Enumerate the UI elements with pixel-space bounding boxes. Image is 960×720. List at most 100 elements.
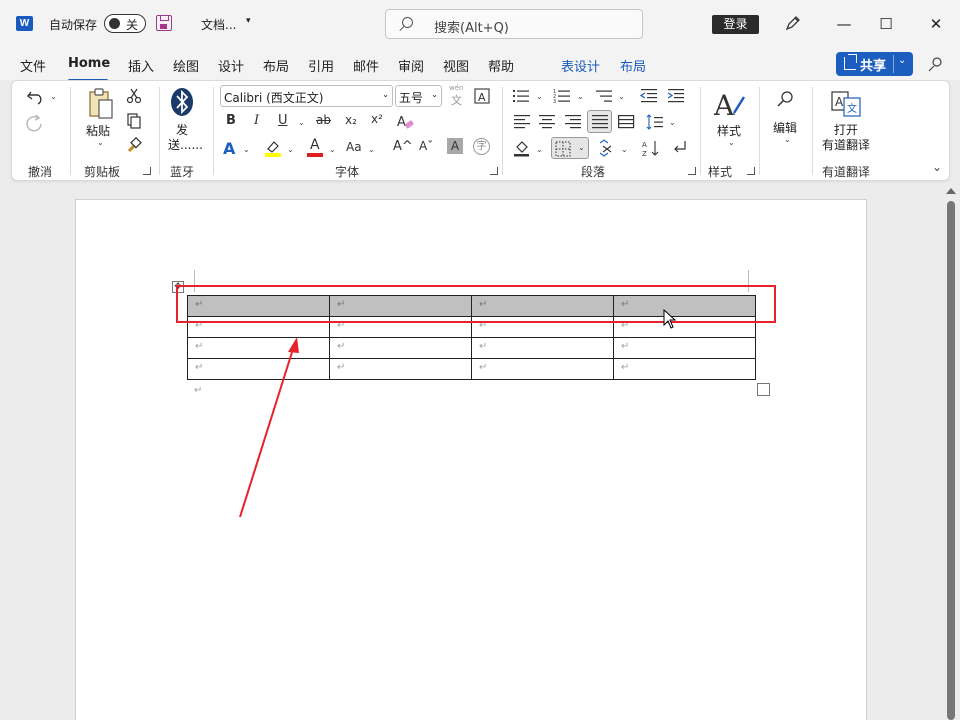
- styles-launcher[interactable]: [747, 167, 755, 175]
- scroll-up-arrow-icon[interactable]: [946, 188, 956, 194]
- table-row[interactable]: ↵ ↵ ↵ ↵: [187, 358, 756, 380]
- scrollbar-thumb[interactable]: [947, 201, 955, 720]
- shading-dropdown[interactable]: ⌄: [536, 145, 543, 154]
- font-launcher[interactable]: [490, 167, 498, 175]
- line-spacing-icon[interactable]: [646, 114, 664, 130]
- tab-insert[interactable]: 插入: [128, 56, 154, 75]
- youdao-translate-icon[interactable]: A 文: [830, 88, 862, 118]
- asian-layout-dropdown[interactable]: ⌄: [621, 145, 628, 154]
- tab-home[interactable]: Home: [68, 56, 110, 71]
- save-icon[interactable]: [156, 15, 172, 31]
- tab-help[interactable]: 帮助: [488, 56, 514, 75]
- styles-dropdown[interactable]: ⌄: [728, 138, 735, 147]
- bold-button[interactable]: B: [226, 113, 236, 128]
- strikethrough-button[interactable]: ab: [316, 113, 331, 127]
- undo-icon[interactable]: [26, 88, 46, 106]
- tab-references[interactable]: 引用: [308, 56, 334, 75]
- char-border-icon[interactable]: A: [474, 88, 490, 104]
- redo-icon[interactable]: [24, 113, 44, 133]
- pen-icon[interactable]: [784, 14, 802, 32]
- font-name-select[interactable]: Calibri (西文正文) ⌄: [220, 85, 393, 107]
- table-cell[interactable]: ↵: [613, 358, 756, 380]
- align-right-icon[interactable]: [564, 114, 582, 130]
- styles-label[interactable]: 样式: [717, 122, 741, 139]
- tab-view[interactable]: 视图: [443, 56, 469, 75]
- comment-icon[interactable]: [928, 56, 944, 72]
- close-button[interactable]: ✕: [924, 12, 948, 36]
- undo-dropdown[interactable]: ⌄: [50, 92, 57, 101]
- decrease-indent-icon[interactable]: [640, 88, 658, 104]
- tab-mailings[interactable]: 邮件: [353, 56, 379, 75]
- clipboard-launcher[interactable]: [143, 167, 151, 175]
- enclose-chars-button[interactable]: 字: [473, 138, 490, 155]
- table-cell[interactable]: ↵: [613, 337, 756, 359]
- text-effects-dropdown[interactable]: ⌄: [243, 145, 250, 154]
- underline-dropdown[interactable]: ⌄: [298, 118, 305, 127]
- tab-table-design[interactable]: 表设计: [561, 56, 600, 75]
- find-icon[interactable]: [777, 90, 795, 108]
- line-spacing-dropdown[interactable]: ⌄: [669, 118, 676, 127]
- multilevel-dropdown[interactable]: ⌄: [618, 92, 625, 101]
- sort-icon[interactable]: AZ: [642, 139, 660, 157]
- minimize-button[interactable]: —: [832, 12, 856, 36]
- paste-dropdown[interactable]: ⌄: [97, 138, 104, 147]
- change-case-button[interactable]: Aa: [346, 140, 362, 154]
- share-button[interactable]: 共享 ⌄: [836, 52, 913, 76]
- format-painter-icon[interactable]: [126, 137, 142, 153]
- show-marks-icon[interactable]: [671, 139, 689, 157]
- search-input[interactable]: 搜索(Alt+Q): [385, 9, 643, 39]
- align-center-icon[interactable]: [538, 114, 556, 130]
- increase-indent-icon[interactable]: [667, 88, 685, 104]
- table-cell[interactable]: ↵: [329, 358, 472, 380]
- clear-formatting-icon[interactable]: A: [397, 113, 415, 131]
- document-title[interactable]: 文档...: [201, 16, 236, 33]
- table-cell[interactable]: ↵: [187, 337, 330, 359]
- styles-icon[interactable]: A: [712, 87, 746, 121]
- numbering-icon[interactable]: 1 2 3: [553, 88, 571, 104]
- login-button[interactable]: 登录: [712, 15, 759, 34]
- tab-layout[interactable]: 布局: [263, 56, 289, 75]
- borders-button[interactable]: ⌄: [551, 137, 589, 159]
- phonetic-guide-icon[interactable]: 文: [451, 92, 462, 108]
- font-size-select[interactable]: 五号 ⌄: [395, 85, 442, 107]
- paste-label[interactable]: 粘贴: [86, 122, 110, 139]
- asian-layout-icon[interactable]: [598, 139, 616, 157]
- paragraph-launcher[interactable]: [688, 167, 696, 175]
- table-row[interactable]: ↵ ↵ ↵ ↵: [187, 337, 756, 359]
- table-cell[interactable]: ↵: [329, 337, 472, 359]
- table-resize-handle[interactable]: [757, 383, 770, 396]
- highlight-dropdown[interactable]: ⌄: [287, 145, 294, 154]
- italic-button[interactable]: I: [254, 113, 259, 128]
- tab-table-layout[interactable]: 布局: [620, 56, 646, 75]
- highlight-icon[interactable]: [263, 139, 283, 157]
- change-case-dropdown[interactable]: ⌄: [368, 145, 375, 154]
- shrink-font-button[interactable]: Aˇ: [419, 139, 433, 153]
- chevron-down-icon[interactable]: ⌄: [898, 55, 906, 66]
- char-shading-button[interactable]: A: [447, 138, 463, 154]
- numbering-dropdown[interactable]: ⌄: [577, 92, 584, 101]
- youdao-open-label-2[interactable]: 有道翻译: [822, 136, 870, 153]
- cut-icon[interactable]: [126, 88, 142, 104]
- bullets-icon[interactable]: [512, 88, 530, 104]
- multilevel-list-icon[interactable]: [595, 88, 613, 104]
- subscript-button[interactable]: x₂: [345, 113, 357, 127]
- paste-icon[interactable]: [87, 87, 115, 121]
- ribbon-collapse-chevron-icon[interactable]: ⌄: [932, 160, 942, 174]
- font-color-dropdown[interactable]: ⌄: [329, 145, 336, 154]
- table-cell[interactable]: ↵: [187, 358, 330, 380]
- chevron-down-icon[interactable]: ▾: [246, 16, 251, 26]
- maximize-button[interactable]: ☐: [874, 12, 898, 36]
- bullets-dropdown[interactable]: ⌄: [536, 92, 543, 101]
- bluetooth-icon[interactable]: [170, 87, 194, 117]
- tab-file[interactable]: 文件: [20, 56, 46, 75]
- copy-icon[interactable]: [126, 113, 142, 129]
- superscript-button[interactable]: x²: [371, 112, 383, 126]
- tab-design[interactable]: 设计: [218, 56, 244, 75]
- shading-icon[interactable]: [513, 139, 531, 157]
- distributed-icon[interactable]: [617, 114, 635, 130]
- tab-draw[interactable]: 绘图: [173, 56, 199, 75]
- send-label-2[interactable]: 送......: [168, 136, 203, 153]
- text-effects-button[interactable]: A: [223, 139, 235, 158]
- table-cell[interactable]: ↵: [471, 358, 614, 380]
- underline-button[interactable]: U: [278, 113, 288, 128]
